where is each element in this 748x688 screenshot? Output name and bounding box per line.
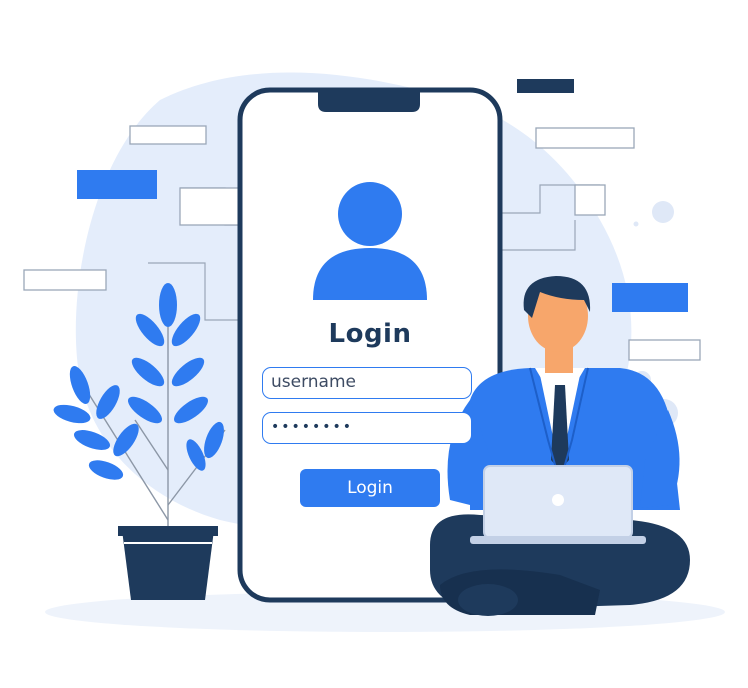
floating-box-blue [612, 283, 688, 312]
floating-box-outline [535, 127, 635, 149]
floating-box-outline [574, 184, 606, 216]
decor-dot [652, 201, 674, 223]
login-title: Login [328, 319, 412, 349]
login-button[interactable]: Login [300, 469, 440, 507]
decor-dot [633, 221, 639, 227]
floating-box-outline [628, 339, 701, 361]
floating-box-outline [23, 269, 107, 291]
password-input[interactable]: •••••••• [262, 412, 472, 444]
phone-screen: Login username •••••••• Login [247, 95, 493, 593]
floating-box-blue [77, 170, 157, 199]
floating-box-navy [517, 79, 574, 93]
floating-box-outline [129, 125, 207, 145]
username-input[interactable]: username [262, 367, 472, 399]
plant-pot [122, 530, 214, 600]
